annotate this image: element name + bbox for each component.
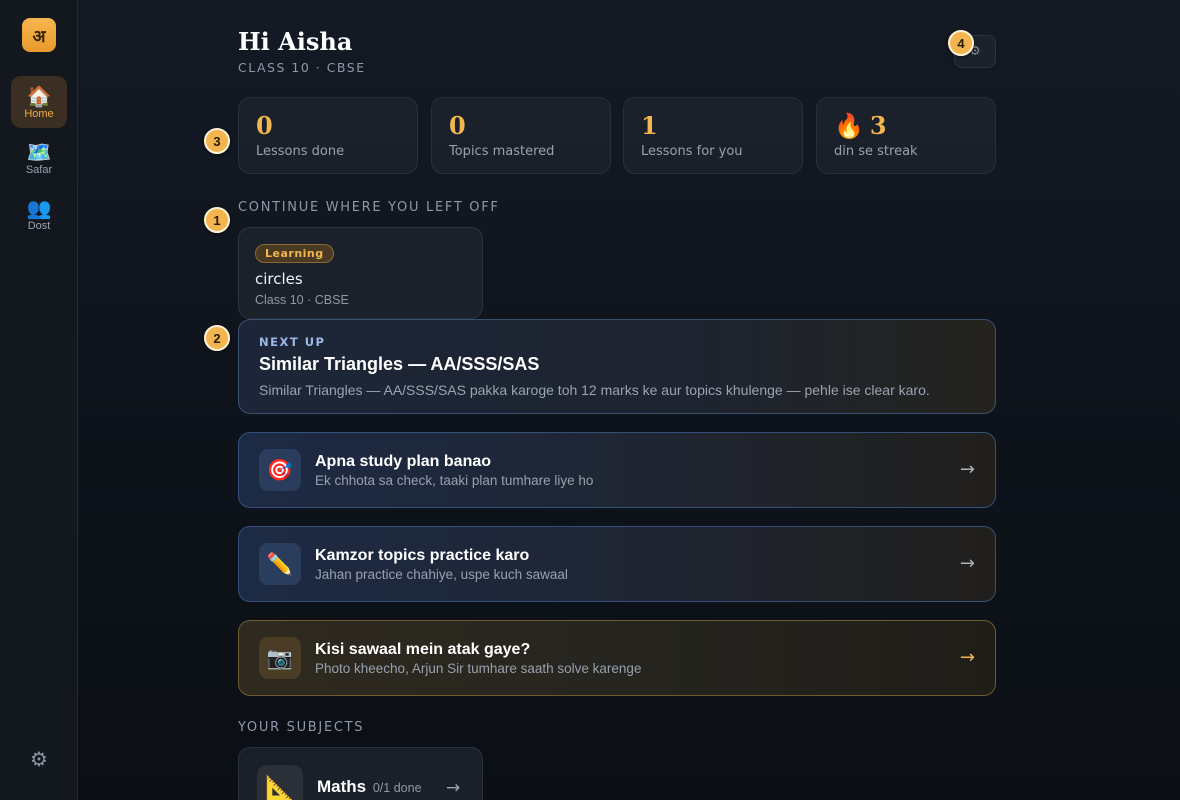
target-icon: 🎯 — [259, 449, 301, 491]
stat-value: 0 — [256, 111, 273, 140]
sidebar: अ 🏠 Home 🗺️ Safar 👥 Dost ⚙ — [0, 0, 78, 800]
stat-topics-mastered: 0 Topics mastered — [431, 97, 611, 174]
step-badge: 2 — [204, 325, 230, 351]
gear-icon[interactable]: ⚙ — [27, 747, 51, 771]
class-subtitle: CLASS 10 · CBSE — [238, 60, 366, 75]
next-up-description: Similar Triangles — AA/SSS/SAS pakka kar… — [259, 382, 930, 398]
next-up-title: Similar Triangles — AA/SSS/SAS — [259, 354, 540, 374]
action-subtitle: Ek chhota sa check, taaki plan tumhare l… — [315, 473, 594, 488]
sidebar-item-dost[interactable]: 👥 Dost — [11, 188, 67, 240]
lesson-meta: Class 10 · CBSE — [255, 293, 349, 307]
status-badge: Learning — [255, 244, 334, 263]
sidebar-item-label: Dost — [27, 219, 51, 232]
lesson-title: circles — [255, 270, 303, 288]
stat-value: 0 — [449, 111, 466, 140]
stat-label: Lessons done — [256, 144, 345, 159]
sidebar-item-label: Safar — [25, 163, 53, 176]
action-subtitle: Jahan practice chahiye, uspe kuch sawaal — [315, 567, 568, 582]
stat-lessons-for-you: 1 Lessons for you — [623, 97, 803, 174]
stat-value: 3 — [869, 111, 887, 140]
arrow-right-icon: → — [959, 459, 975, 480]
map-icon: 🗺️ — [26, 139, 52, 164]
sidebar-item-label: Home — [24, 107, 54, 120]
action-title: Kamzor topics practice karo — [315, 547, 530, 564]
section-label-subjects: YOUR SUBJECTS — [238, 720, 365, 735]
step-badge: 3 — [204, 128, 230, 154]
stat-streak: 🔥 3 din se streak — [816, 97, 996, 174]
action-subtitle: Photo kheecho, Arjun Sir tumhare saath s… — [315, 661, 642, 676]
action-title: Apna study plan banao — [315, 453, 492, 470]
action-title: Kisi sawaal mein atak gaye? — [315, 641, 531, 658]
ruler-triangle-icon: 📐 — [257, 765, 303, 800]
arrow-right-icon: → — [446, 778, 461, 798]
camera-icon: 📷 — [259, 637, 301, 679]
stat-value: 1 — [641, 111, 658, 140]
home-icon: 🏠 — [26, 83, 52, 108]
next-up-card[interactable]: NEXT UP Similar Triangles — AA/SSS/SAS S… — [238, 319, 996, 414]
study-plan-card[interactable]: 🎯 Apna study plan banao Ek chhota sa che… — [238, 432, 996, 508]
stat-label: din se streak — [834, 144, 918, 159]
stat-label: Topics mastered — [449, 144, 555, 159]
section-label-continue: CONTINUE WHERE YOU LEFT OFF — [238, 200, 500, 215]
sidebar-item-safar[interactable]: 🗺️ Safar — [11, 132, 67, 184]
subject-name: Maths — [317, 777, 367, 796]
subject-progress: 0/1 done — [372, 781, 422, 795]
ask-doubt-card[interactable]: 📷 Kisi sawaal mein atak gaye? Photo khee… — [238, 620, 996, 696]
pencil-icon: ✏️ — [259, 543, 301, 585]
sidebar-item-home[interactable]: 🏠 Home — [11, 76, 67, 128]
page-title: Hi Aisha — [238, 27, 353, 56]
continue-lesson-card[interactable]: Learning circles Class 10 · CBSE — [238, 227, 483, 319]
people-icon: 👥 — [26, 195, 52, 220]
step-badge: 4 — [948, 30, 974, 56]
subject-card-maths[interactable]: 📐 Maths 0/1 done → — [238, 747, 483, 800]
stat-lessons-done: 0 Lessons done — [238, 97, 418, 174]
arrow-right-icon: → — [959, 553, 975, 574]
next-up-kicker: NEXT UP — [259, 335, 326, 349]
step-badge: 1 — [204, 207, 230, 233]
practice-weak-topics-card[interactable]: ✏️ Kamzor topics practice karo Jahan pra… — [238, 526, 996, 602]
stat-label: Lessons for you — [641, 144, 743, 159]
app-logo[interactable]: अ — [22, 18, 56, 52]
fire-icon: 🔥 — [834, 111, 864, 140]
arrow-right-icon: → — [959, 647, 975, 668]
